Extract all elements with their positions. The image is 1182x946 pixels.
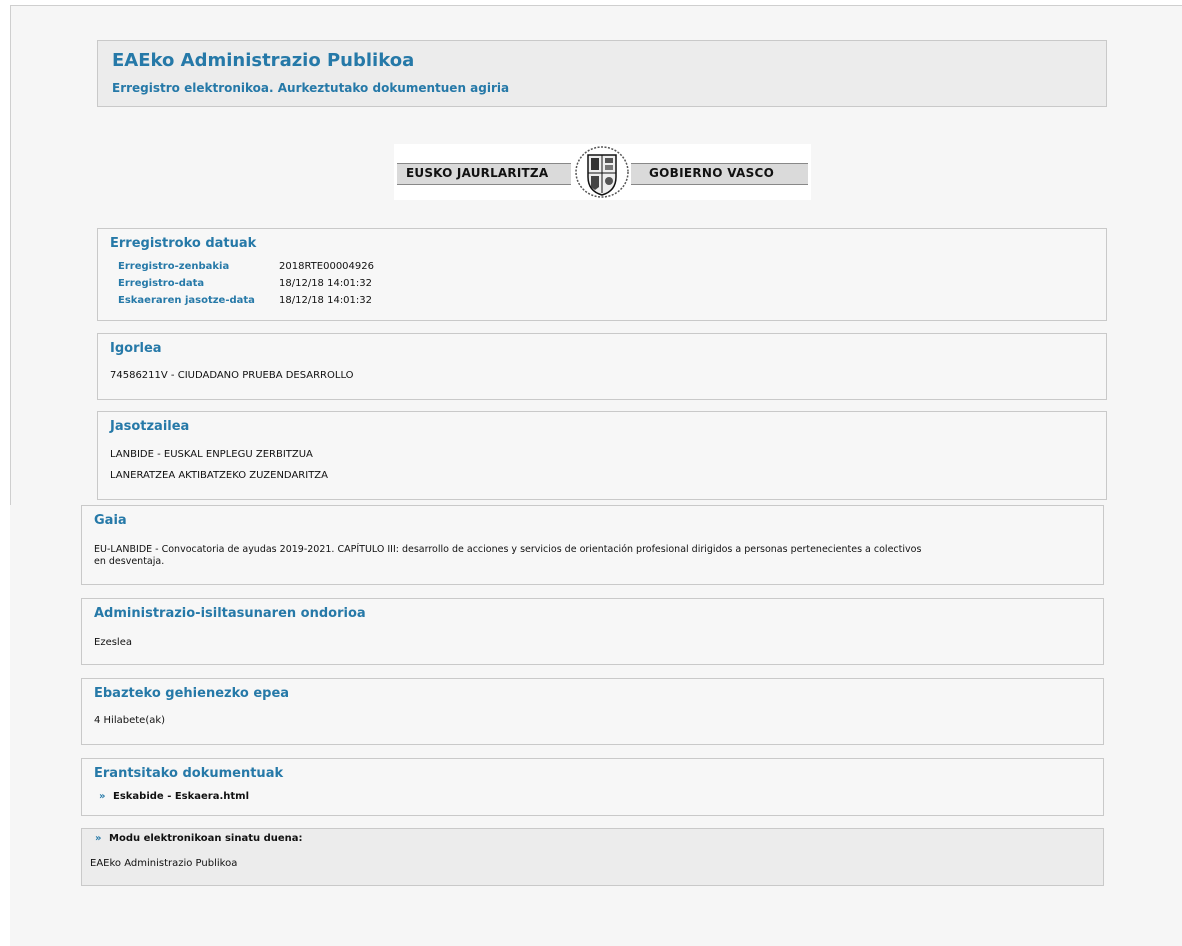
silence-text: Ezeslea xyxy=(94,637,132,648)
registry-title: Erregistroko datuak xyxy=(110,236,257,251)
deadline-title: Ebazteko gehienezko epea xyxy=(94,686,290,701)
subject-section: Gaia EU-LANBIDE - Convocatoria de ayudas… xyxy=(81,505,1104,585)
sender-title: Igorlea xyxy=(110,341,162,356)
sender-text: 74586211V - CIUDADANO PRUEBA DESARROLLO xyxy=(110,370,354,381)
recipient-line-2: LANERATZEA AKTIBATZEKO ZUZENDARITZA xyxy=(110,470,328,481)
signature-section: » Modu elektronikoan sinatu duena: EAEko… xyxy=(81,828,1104,886)
registry-date-label: Erregistro-data xyxy=(118,278,205,289)
silence-section: Administrazio-isiltasunaren ondorioa Eze… xyxy=(81,598,1104,665)
page-subtitle: Erregistro elektronikoa. Aurkeztutako do… xyxy=(112,81,510,95)
document-link[interactable]: Eskabide - Eskaera.html xyxy=(113,791,249,802)
document-bullet-icon: » xyxy=(99,791,106,802)
recipient-section: Jasotzailea LANBIDE - EUSKAL ENPLEGU ZER… xyxy=(97,411,1107,500)
reception-date-label: Eskaeraren jasotze-data xyxy=(118,295,255,306)
signature-text: EAEko Administrazio Publikoa xyxy=(90,858,238,869)
reception-date-value: 18/12/18 14:01:32 xyxy=(279,295,373,306)
recipient-line-1: LANBIDE - EUSKAL ENPLEGU ZERBITZUA xyxy=(110,449,313,460)
registry-number-label: Erregistro-zenbakia xyxy=(118,261,230,272)
coat-of-arms-icon xyxy=(575,146,629,198)
signature-title: Modu elektronikoan sinatu duena: xyxy=(109,833,303,844)
registry-section: Erregistroko datuak Erregistro-zenbakia … xyxy=(97,228,1107,321)
signature-bullet-icon: » xyxy=(95,833,102,844)
logo-left-text: EUSKO JAURLARITZA xyxy=(406,166,549,180)
page-title: EAEko Administrazio Publikoa xyxy=(112,50,415,71)
silence-title: Administrazio-isiltasunaren ondorioa xyxy=(94,606,366,621)
documents-title: Erantsitako dokumentuak xyxy=(94,766,284,781)
subject-line-1: EU-LANBIDE - Convocatoria de ayudas 2019… xyxy=(94,544,922,555)
registry-date-value: 18/12/18 14:01:32 xyxy=(279,278,373,289)
registry-number-value: 2018RTE00004926 xyxy=(279,261,374,272)
logo-right-text: GOBIERNO VASCO xyxy=(649,166,775,180)
deadline-section: Ebazteko gehienezko epea 4 Hilabete(ak) xyxy=(81,678,1104,745)
subject-title: Gaia xyxy=(94,513,127,528)
documents-section: Erantsitako dokumentuak » Eskabide - Esk… xyxy=(81,758,1104,816)
sender-section: Igorlea 74586211V - CIUDADANO PRUEBA DES… xyxy=(97,333,1107,400)
deadline-text: 4 Hilabete(ak) xyxy=(94,715,166,726)
subject-line-2: en desventaja. xyxy=(94,556,165,567)
gobierno-vasco-logo: EUSKO JAURLARITZA GOBIERNO VASCO xyxy=(394,144,811,200)
recipient-title: Jasotzailea xyxy=(110,419,190,434)
header-box: EAEko Administrazio Publikoa Erregistro … xyxy=(97,40,1107,107)
